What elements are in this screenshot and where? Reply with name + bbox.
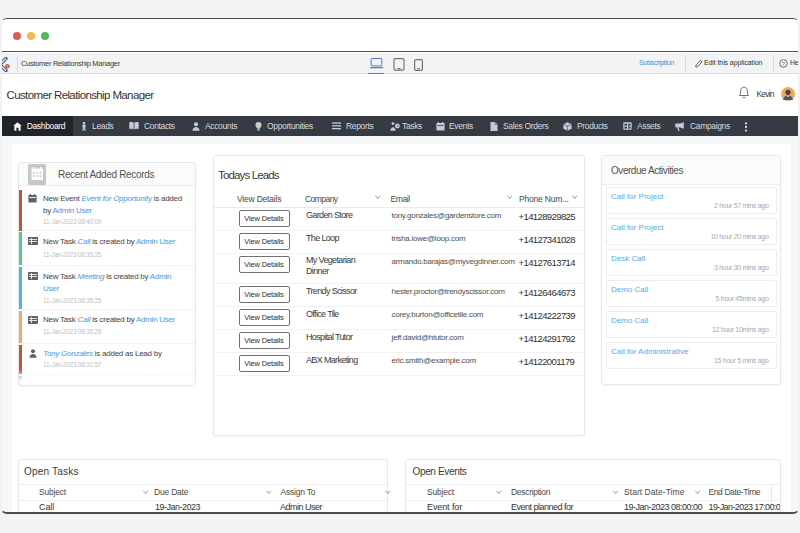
- svg-text:?: ?: [782, 60, 786, 66]
